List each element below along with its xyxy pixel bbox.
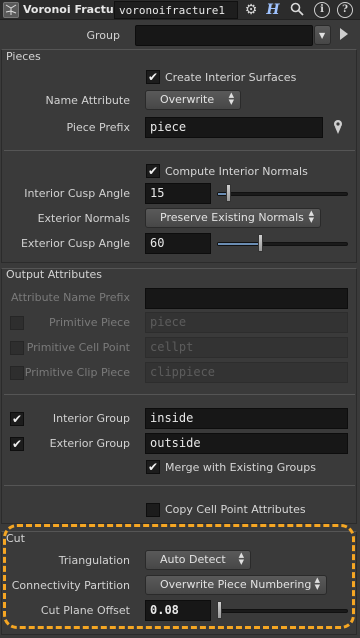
output-attributes-divider-2 [4,485,355,486]
primitive-piece-checkbox[interactable] [10,316,24,330]
group-label: Group [86,29,121,42]
help-icon[interactable]: ? [337,2,353,18]
slider-handle[interactable] [226,184,231,202]
merge-existing-groups-checkbox[interactable]: ✔ [146,460,160,474]
cut-section-title: Cut [6,532,25,545]
updown-arrows-icon: ▲ ▼ [238,551,244,566]
interior-group-input[interactable]: inside [145,408,348,429]
slider-handle[interactable] [217,601,222,619]
exterior-group-checkbox[interactable]: ✔ [10,437,24,451]
slider-track [217,609,348,613]
interior-group-checkbox[interactable]: ✔ [10,412,24,426]
compute-interior-normals-label: Compute Interior Normals [165,165,308,178]
group-input[interactable] [135,25,313,46]
attribute-name-prefix-row: Attribute Name Prefix [0,286,360,310]
connectivity-partition-row: Connectivity Partition Overwrite Piece N… [0,574,360,598]
interior-cusp-angle-row: Interior Cusp Angle 15 [0,182,360,206]
primitive-clip-piece-input[interactable]: clippiece [145,362,348,383]
exterior-normals-menu[interactable]: Preserve Existing Normals ▲ ▼ [145,208,321,228]
piece-prefix-label: Piece Prefix [66,121,130,134]
slider-handle[interactable] [258,234,263,252]
exterior-normals-row: Exterior Normals Preserve Existing Norma… [0,207,360,231]
voronoi-node-icon [3,2,19,18]
compute-interior-normals-checkbox[interactable]: ✔ [146,164,160,178]
triangulation-menu[interactable]: Auto Detect ▲ ▼ [145,550,251,570]
exterior-cusp-angle-slider[interactable] [217,234,348,252]
exterior-group-label: Exterior Group [49,437,130,450]
houdini-help-icon[interactable]: H [265,2,281,18]
primitive-cell-point-row: Primitive Cell Point cellpt [0,336,360,360]
cut-plane-offset-slider[interactable] [217,601,348,619]
primitive-piece-row: Primitive Piece piece [0,311,360,335]
pin-icon[interactable] [332,119,344,138]
triangulation-label: Triangulation [58,554,130,567]
interior-cusp-angle-slider[interactable] [217,184,348,202]
connectivity-partition-menu[interactable]: Overwrite Piece Numbering ▲ ▼ [145,575,327,595]
select-arrow-icon[interactable] [340,28,348,40]
interior-group-label: Interior Group [52,412,130,425]
triangulation-row: Triangulation Auto Detect ▲ ▼ [0,549,360,573]
primitive-cell-point-input[interactable]: cellpt [145,337,348,358]
primitive-cell-point-checkbox[interactable] [10,341,24,355]
name-attribute-value: Overwrite [160,93,215,106]
copy-cell-point-attributes-checkbox[interactable] [146,503,160,517]
exterior-normals-label: Exterior Normals [37,212,130,225]
exterior-group-input[interactable]: outside [145,433,348,454]
exterior-cusp-angle-row: Exterior Cusp Angle 60 [0,232,360,256]
triangulation-value: Auto Detect [160,553,226,566]
attribute-name-prefix-label: Attribute Name Prefix [11,291,130,304]
interior-cusp-angle-label: Interior Cusp Angle [24,187,130,200]
output-attributes-divider [4,394,355,395]
pieces-section-title: Pieces [6,50,41,63]
create-interior-surfaces-checkbox[interactable]: ✔ [146,70,160,84]
connectivity-partition-value: Overwrite Piece Numbering [160,578,312,591]
parameter-header: Voronoi Fracture voronoifracture1 ⚙ H i … [0,0,360,20]
primitive-clip-piece-row: Primitive Clip Piece clippiece [0,361,360,385]
exterior-cusp-angle-input[interactable]: 60 [145,233,211,254]
group-dropdown-button[interactable]: ▼ [314,25,331,45]
cut-plane-offset-input[interactable]: 0.08 [145,600,211,621]
gear-icon[interactable]: ⚙ [243,2,259,18]
exterior-cusp-angle-label: Exterior Cusp Angle [20,237,130,250]
pieces-divider [4,150,355,151]
exterior-normals-value: Preserve Existing Normals [160,211,304,224]
piece-prefix-row: Piece Prefix piece [0,116,360,140]
primitive-clip-piece-label: Primitive Clip Piece [24,366,130,379]
primitive-piece-label: Primitive Piece [49,316,130,329]
attribute-name-prefix-input[interactable] [145,288,348,309]
node-type-label: Voronoi Fracture [23,3,127,16]
updown-arrows-icon: ▲ ▼ [228,91,234,106]
search-icon[interactable] [289,2,305,18]
primitive-piece-input[interactable]: piece [145,312,348,333]
primitive-clip-piece-checkbox[interactable] [10,366,24,380]
name-attribute-row: Name Attribute Overwrite ▲ ▼ [0,89,360,113]
name-attribute-menu[interactable]: Overwrite ▲ ▼ [145,90,241,110]
copy-cell-point-attributes-label: Copy Cell Point Attributes [165,503,306,516]
merge-existing-groups-label: Merge with Existing Groups [165,461,316,474]
name-attribute-label: Name Attribute [45,94,130,107]
updown-arrows-icon: ▲ ▼ [308,209,314,224]
output-attributes-section-title: Output Attributes [6,268,103,281]
interior-group-row: ✔ Interior Group inside [0,407,360,431]
cut-plane-offset-row: Cut Plane Offset 0.08 [0,599,360,623]
info-icon[interactable]: i [314,2,330,18]
connectivity-partition-label: Connectivity Partition [11,579,130,592]
interior-cusp-angle-input[interactable]: 15 [145,183,211,204]
group-row: Group ▼ [0,24,360,48]
node-name-field[interactable]: voronoifracture1 [114,1,238,19]
slider-fill [218,243,260,245]
exterior-group-row: ✔ Exterior Group outside [0,432,360,456]
slider-track [217,192,348,196]
cut-plane-offset-label: Cut Plane Offset [40,604,130,617]
piece-prefix-input[interactable]: piece [145,117,323,138]
primitive-cell-point-label: Primitive Cell Point [26,341,130,354]
updown-arrows-icon: ▲ ▼ [314,576,320,591]
create-interior-surfaces-label: Create Interior Surfaces [165,71,297,84]
chevron-down-icon: ▼ [319,31,326,40]
